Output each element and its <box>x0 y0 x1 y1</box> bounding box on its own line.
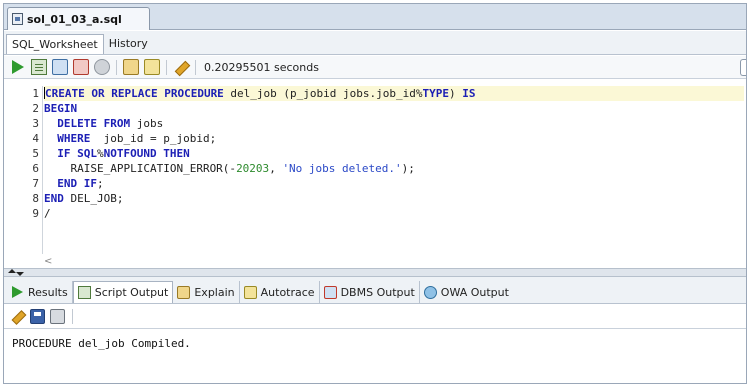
line-number: 8 <box>32 192 39 205</box>
worksheet-toolbar: 0.20295501 seconds <box>4 56 746 79</box>
dbms-output-icon <box>323 285 337 299</box>
clear-icon[interactable] <box>173 59 189 75</box>
tab-dbms-output[interactable]: DBMS Output <box>320 281 420 303</box>
tab-dbms-output-label: DBMS Output <box>340 285 415 299</box>
sql-developer-window: sol_01_03_a.sql SQL_Worksheet History 0.… <box>3 3 747 384</box>
code-line-8: END DEL_JOB; <box>44 192 124 205</box>
line-number: 6 <box>32 162 39 175</box>
tab-explain[interactable]: Explain <box>173 281 240 303</box>
script-output-area[interactable]: PROCEDURE del_job Compiled. <box>4 330 746 383</box>
line-number: 4 <box>32 132 39 145</box>
line-number: 2 <box>32 102 39 115</box>
tab-autotrace[interactable]: Autotrace <box>240 281 320 303</box>
toolbar-separator <box>195 59 196 75</box>
code-lines: CREATE OR REPLACE PROCEDURE del_job (p_j… <box>44 86 744 221</box>
line-number-gutter: 1 2 3 4 5 6 7 8 9 <box>4 86 42 221</box>
code-line-1: CREATE OR REPLACE PROCEDURE del_job (p_j… <box>44 86 744 101</box>
cancel-icon[interactable] <box>94 59 110 75</box>
autotrace-icon[interactable] <box>144 59 160 75</box>
run-script-icon[interactable] <box>31 59 47 75</box>
code-line-7: END IF; <box>57 177 104 190</box>
save-icon[interactable] <box>30 309 45 324</box>
output-toolbar <box>4 305 746 329</box>
clear-output-icon[interactable] <box>10 309 25 324</box>
line-number: 3 <box>32 117 39 130</box>
tab-sql-worksheet[interactable]: SQL_Worksheet <box>6 34 104 54</box>
code-line-2: BEGIN <box>44 102 78 115</box>
sql-file-icon <box>12 13 23 25</box>
file-tab-title: sol_01_03_a.sql <box>27 12 122 26</box>
expand-up-icon[interactable] <box>8 269 16 273</box>
tab-results-label: Results <box>28 285 68 299</box>
autotrace-icon <box>243 285 257 299</box>
tab-history[interactable]: History <box>104 34 153 54</box>
owa-output-icon <box>423 285 437 299</box>
print-icon[interactable] <box>50 309 65 324</box>
output-message: PROCEDURE del_job Compiled. <box>12 337 191 350</box>
output-tabs: Results Script Output Explain Autotrace … <box>4 277 746 304</box>
code-line-3: DELETE FROM jobs <box>57 117 164 130</box>
worksheet-tabs: SQL_Worksheet History <box>4 31 746 55</box>
toolbar-separator <box>166 59 167 75</box>
explain-plan-icon[interactable] <box>123 59 139 75</box>
code-line-4: WHERE job_id = p_jobid; <box>57 132 217 145</box>
results-icon <box>11 285 24 299</box>
file-tab-strip: sol_01_03_a.sql <box>4 4 746 30</box>
file-tab[interactable]: sol_01_03_a.sql <box>7 7 150 30</box>
code-line-9: / <box>44 207 51 220</box>
line-number: 9 <box>32 207 39 220</box>
run-statement-icon[interactable] <box>10 59 26 75</box>
toolbar-separator <box>116 59 117 75</box>
elapsed-time: 0.20295501 seconds <box>204 60 319 74</box>
tab-autotrace-label: Autotrace <box>260 285 315 299</box>
connection-dropdown-edge[interactable] <box>740 59 746 76</box>
tab-explain-label: Explain <box>194 285 235 299</box>
line-number: 7 <box>32 177 39 190</box>
code-editor[interactable]: 1 2 3 4 5 6 7 8 9 CREATE OR REPLACE PROC… <box>4 80 746 268</box>
script-output-icon <box>77 286 91 299</box>
panel-splitter[interactable] <box>4 268 746 277</box>
tab-owa-output-label: OWA Output <box>440 285 509 299</box>
explain-icon <box>177 285 191 299</box>
tab-owa-output[interactable]: OWA Output <box>420 281 513 303</box>
line-number: 5 <box>32 147 39 160</box>
tab-results[interactable]: Results <box>7 281 73 303</box>
rollback-icon[interactable] <box>73 59 89 75</box>
line-number: 1 <box>32 87 39 100</box>
code-line-5: IF SQL%NOTFOUND THEN <box>57 147 190 160</box>
expand-down-icon[interactable] <box>16 272 24 276</box>
tab-script-output-label: Script Output <box>94 286 169 299</box>
commit-icon[interactable] <box>52 59 68 75</box>
gutter-divider <box>42 86 43 254</box>
code-line-6: RAISE_APPLICATION_ERROR(-20203, 'No jobs… <box>44 162 415 175</box>
scroll-left-icon[interactable]: < <box>44 256 52 267</box>
toolbar-separator <box>72 309 73 324</box>
tab-script-output[interactable]: Script Output <box>72 281 174 303</box>
